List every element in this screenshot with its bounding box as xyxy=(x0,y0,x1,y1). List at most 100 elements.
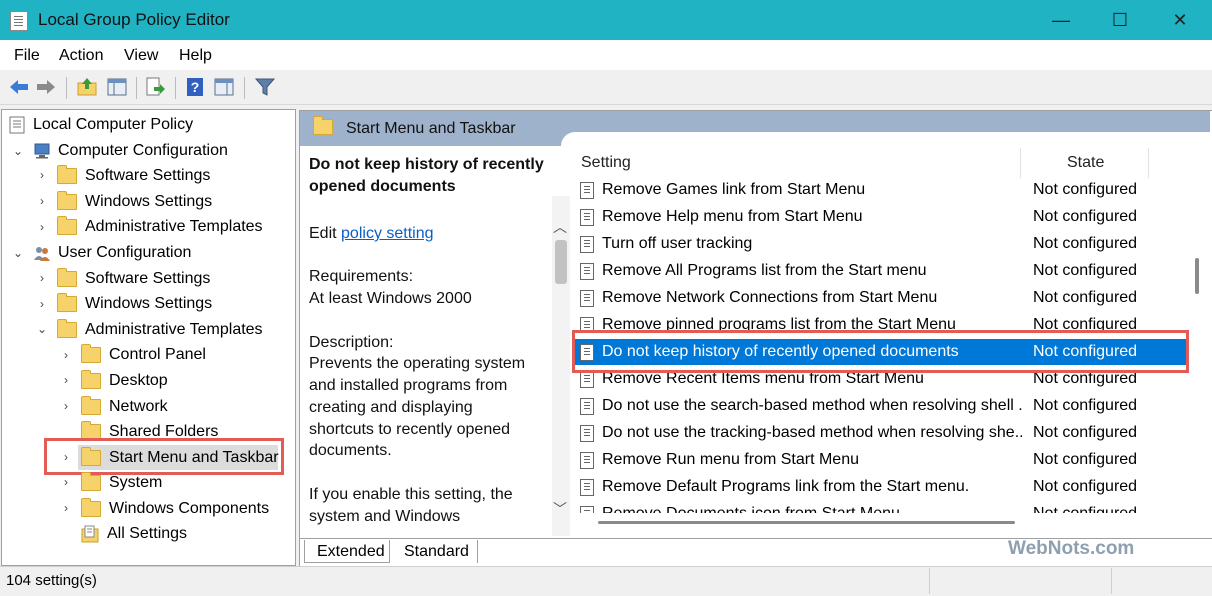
chevron-right-icon[interactable]: › xyxy=(60,348,72,362)
list-item[interactable]: Remove Network Connections from Start Me… xyxy=(574,285,1186,311)
tree-node-label: Software Settings xyxy=(85,167,211,184)
scrollbar-thumb[interactable] xyxy=(555,240,567,284)
tree-node-label: System xyxy=(109,474,163,491)
filter-icon[interactable] xyxy=(254,76,276,98)
list-vertical-scrollbar-thumb[interactable] xyxy=(1195,258,1199,294)
tree-node-label: Windows Settings xyxy=(85,193,213,210)
tab-standard[interactable]: Standard xyxy=(394,540,478,563)
list-horizontal-scrollbar-thumb[interactable] xyxy=(598,521,1015,524)
policy-setting-link[interactable]: policy setting xyxy=(341,225,434,242)
list-item[interactable]: Remove All Programs list from the Start … xyxy=(574,258,1186,284)
policy-document-icon xyxy=(9,116,25,134)
tree-node-cc-administrative-templates[interactable]: Administrative Templates xyxy=(57,215,263,239)
menu-action[interactable]: Action xyxy=(59,47,103,65)
description-text: If you enable this setting, the xyxy=(309,486,513,503)
tree-node-system[interactable]: System xyxy=(81,471,162,495)
scroll-down-icon[interactable]: ﹀ xyxy=(553,499,567,519)
list-item[interactable]: Remove Documents icon from Start MenuNot… xyxy=(574,501,1186,513)
policy-setting-icon xyxy=(580,371,594,388)
tree-node-local-computer-policy[interactable]: Local Computer Policy xyxy=(9,113,193,137)
tree-node-computer-configuration[interactable]: Computer Configuration xyxy=(33,139,228,163)
chevron-right-icon[interactable]: › xyxy=(60,399,72,413)
tree-node-label: Control Panel xyxy=(109,346,206,363)
edit-prefix: Edit xyxy=(309,225,337,242)
chevron-right-icon[interactable]: › xyxy=(36,220,48,234)
menu-file[interactable]: File xyxy=(14,47,40,65)
list-item[interactable]: Remove Games link from Start Menu Not con… xyxy=(574,177,1186,203)
list-item[interactable]: Remove Help menu from Start Menu Not conf… xyxy=(574,204,1186,230)
tree-node-uc-administrative-templates[interactable]: Administrative Templates xyxy=(57,318,263,342)
export-list-icon[interactable] xyxy=(144,76,166,98)
list-item[interactable]: Do not use the tracking-based method whe… xyxy=(574,420,1186,446)
list-item[interactable]: Remove Run menu from Start Menu Not confi… xyxy=(574,447,1186,473)
toolbar-separator xyxy=(136,77,137,99)
tree-node-desktop[interactable]: Desktop xyxy=(81,369,168,393)
tree-node-network[interactable]: Network xyxy=(81,395,168,419)
tree-node-cc-software-settings[interactable]: Software Settings xyxy=(57,164,210,188)
folder-icon xyxy=(81,395,101,415)
tree-node-all-settings[interactable]: All Settings xyxy=(81,522,187,546)
policy-setting-icon xyxy=(580,209,594,226)
tree-node-uc-windows-settings[interactable]: Windows Settings xyxy=(57,292,212,316)
tab-extended[interactable]: Extended xyxy=(304,540,390,563)
tree-node-windows-components[interactable]: Windows Components xyxy=(81,497,269,521)
tree-node-label: All Settings xyxy=(107,525,188,542)
folder-open-icon xyxy=(57,318,77,338)
folder-icon xyxy=(81,471,101,491)
up-folder-icon[interactable] xyxy=(76,76,98,98)
chevron-right-icon[interactable]: › xyxy=(60,373,72,387)
folder-icon xyxy=(57,267,77,287)
toolbar-separator xyxy=(244,77,245,99)
chevron-down-icon[interactable]: ⌄ xyxy=(36,322,48,336)
column-header-setting[interactable]: Setting xyxy=(581,154,631,172)
chevron-right-icon[interactable]: › xyxy=(36,168,48,182)
list-item[interactable]: Do not use the search-based method when … xyxy=(574,393,1186,419)
list-item[interactable]: Remove Default Programs link from the St… xyxy=(574,474,1186,500)
window-title: Local Group Policy Editor xyxy=(38,10,230,29)
tree-node-user-configuration[interactable]: User Configuration xyxy=(33,241,191,265)
close-button[interactable]: ✕ xyxy=(1160,6,1200,34)
chevron-right-icon[interactable]: › xyxy=(36,271,48,285)
chevron-right-icon[interactable]: › xyxy=(60,475,72,489)
minimize-button[interactable]: — xyxy=(1041,6,1081,34)
title-bar: Local Group Policy Editor xyxy=(0,0,1212,40)
policy-setting-icon xyxy=(580,263,594,280)
svg-text:?: ? xyxy=(191,79,200,95)
policy-title-line2: opened documents xyxy=(309,178,456,195)
policy-setting-icon xyxy=(580,398,594,415)
requirements-label: Requirements: xyxy=(309,268,414,285)
help-icon[interactable]: ? xyxy=(184,76,206,98)
tree-node-label: User Configuration xyxy=(58,244,192,261)
back-icon[interactable] xyxy=(8,76,30,98)
chevron-down-icon[interactable]: ⌄ xyxy=(12,144,24,158)
menu-view[interactable]: View xyxy=(124,47,158,65)
toolbar-separator xyxy=(66,77,67,99)
maximize-button[interactable]: ☐ xyxy=(1100,6,1140,34)
list-item[interactable]: Remove pinned programs list from the Sta… xyxy=(574,312,1186,332)
requirements-value: At least Windows 2000 xyxy=(309,290,472,307)
properties-pane-icon[interactable] xyxy=(213,76,235,98)
forward-icon[interactable] xyxy=(35,76,57,98)
chevron-down-icon[interactable]: ⌄ xyxy=(12,246,24,260)
column-header-state[interactable]: State xyxy=(1067,154,1104,172)
column-divider xyxy=(1020,148,1021,178)
edit-line: Edit policy setting xyxy=(309,223,434,245)
description-label: Description: xyxy=(309,334,394,351)
status-divider xyxy=(1111,568,1112,594)
tree-node-uc-software-settings[interactable]: Software Settings xyxy=(57,267,210,291)
chevron-right-icon[interactable]: › xyxy=(36,297,48,311)
tree-node-control-panel[interactable]: Control Panel xyxy=(81,343,206,367)
tree-node-label: Windows Components xyxy=(109,500,270,517)
tree-node-label: Software Settings xyxy=(85,270,211,287)
menu-help[interactable]: Help xyxy=(179,47,212,65)
scroll-up-icon[interactable]: ︿ xyxy=(553,217,567,237)
highlight-box xyxy=(572,330,1189,373)
chevron-right-icon[interactable]: › xyxy=(60,501,72,515)
tree-node-label: Windows Settings xyxy=(85,295,213,312)
policy-setting-icon xyxy=(580,506,594,513)
description-text: creating and displaying xyxy=(309,399,473,416)
show-hide-tree-icon[interactable] xyxy=(106,76,128,98)
list-item[interactable]: Turn off user tracking Not configured xyxy=(574,231,1186,257)
chevron-right-icon[interactable]: › xyxy=(36,194,48,208)
tree-node-cc-windows-settings[interactable]: Windows Settings xyxy=(57,190,212,214)
